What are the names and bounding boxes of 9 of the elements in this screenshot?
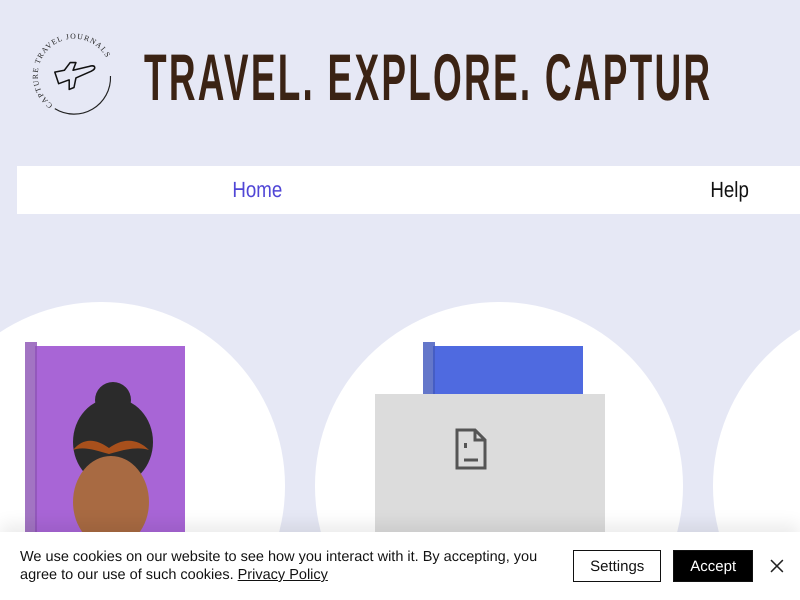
privacy-policy-link[interactable]: Privacy Policy <box>238 567 328 583</box>
close-icon[interactable] <box>770 559 784 573</box>
settings-button[interactable]: Settings <box>573 550 662 582</box>
broken-document-icon <box>455 428 487 470</box>
cookie-message: We use cookies on our website to see how you interact with it. By accepting, you agree to our use of such cookies. Privacy Policy <box>20 548 538 584</box>
nav-link[interactable]: Home <box>232 177 282 203</box>
nav-link[interactable]: Help <box>710 177 749 203</box>
headline: TRAVEL. EXPLORE. CAPTUR <box>144 39 712 115</box>
accept-button[interactable]: Accept <box>673 550 754 582</box>
